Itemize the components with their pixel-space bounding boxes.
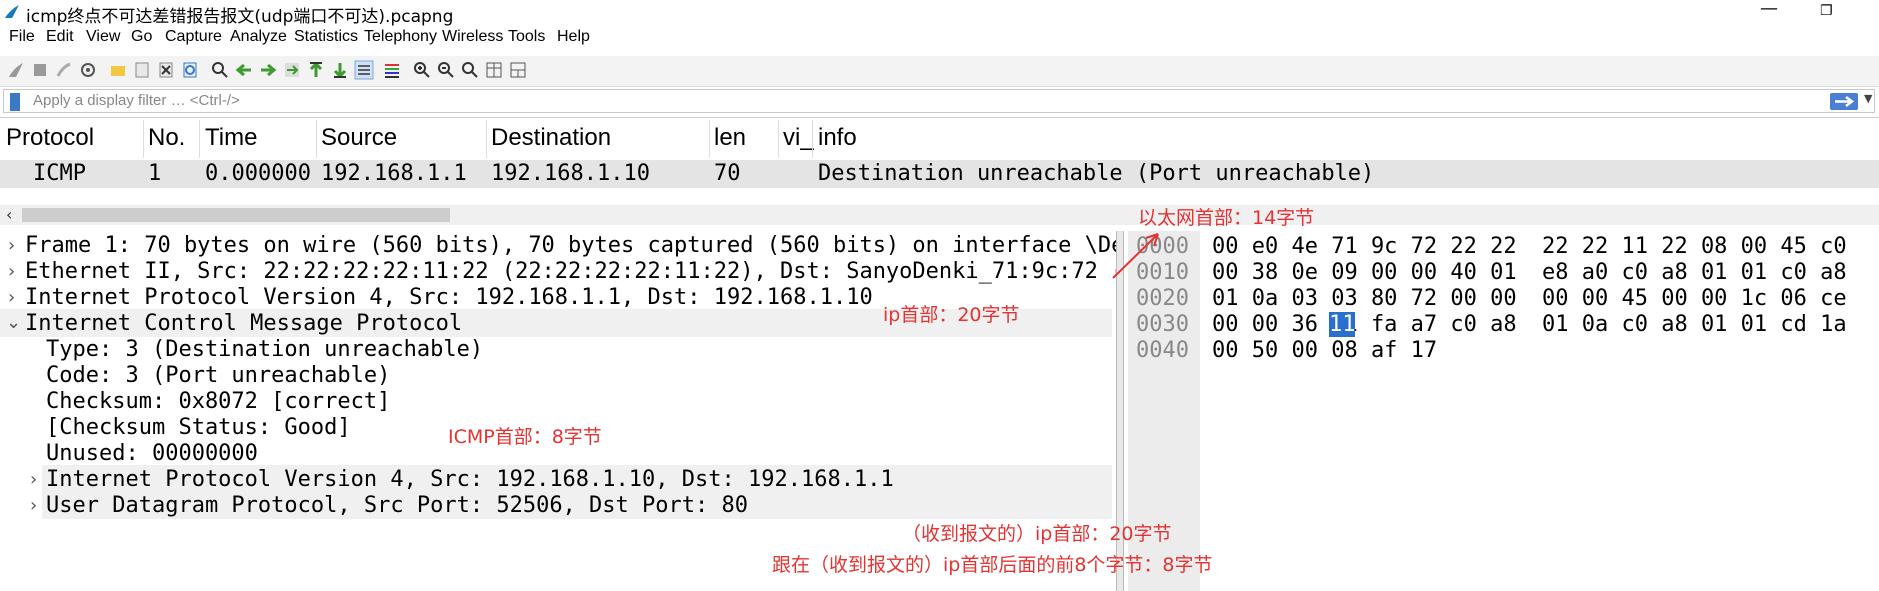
- zoom-in-icon[interactable]: [412, 60, 432, 80]
- hex-group[interactable]: 00 00 36 11 fa a7 c0 a8: [1212, 312, 1517, 337]
- main-toolbar: [0, 56, 1879, 87]
- zoom-reset-icon[interactable]: [460, 60, 480, 80]
- zoom-out-icon[interactable]: [436, 60, 456, 80]
- column-header-destination[interactable]: Destination: [491, 124, 611, 152]
- menu-view[interactable]: View: [86, 28, 120, 46]
- menu-capture[interactable]: Capture: [165, 28, 222, 46]
- column-header-source[interactable]: Source: [321, 124, 397, 152]
- filter-dropdown-icon[interactable]: ▼: [1864, 92, 1872, 105]
- close-file-icon[interactable]: [156, 60, 176, 80]
- resize-columns-icon[interactable]: [484, 60, 504, 80]
- offset-label: 0030: [1136, 312, 1189, 337]
- selected-byte[interactable]: 11: [1329, 312, 1356, 337]
- hex-group[interactable]: e8 a0 c0 a8 01 01 c0 a8: [1542, 260, 1847, 285]
- column-header-vi[interactable]: vi_: [783, 124, 814, 152]
- stop-icon[interactable]: [30, 60, 50, 80]
- hex-group[interactable]: 00 38 0e 09 00 00 40 01: [1212, 260, 1517, 285]
- menu-statistics[interactable]: Statistics: [294, 28, 358, 46]
- menu-wireless[interactable]: Wireless: [442, 28, 503, 46]
- bookmark-icon[interactable]: [10, 93, 20, 111]
- cell-len: 70: [714, 161, 741, 186]
- menu-telephony[interactable]: Telephony: [364, 28, 437, 46]
- open-icon[interactable]: [108, 60, 128, 80]
- annotation-arrow: [1112, 233, 1159, 279]
- save-icon[interactable]: [132, 60, 152, 80]
- hex-group[interactable]: 00 e0 4e 71 9c 72 22 22: [1212, 234, 1517, 259]
- hex-group[interactable]: 01 0a 03 03 80 72 00 00: [1212, 286, 1517, 311]
- annotation-udp: 跟在（收到报文的）ip首部后面的前8个字节：8字节: [772, 554, 1213, 576]
- expand-chevron-icon[interactable]: ›: [8, 235, 15, 256]
- hex-group[interactable]: 00 50 00 08 af 17: [1212, 338, 1437, 363]
- cell-info: Destination unreachable (Port unreachabl…: [818, 161, 1375, 186]
- colorize-icon[interactable]: [382, 60, 402, 80]
- shark-start-icon[interactable]: [6, 60, 26, 80]
- annotation-ethernet: 以太网首部：14字节: [1138, 207, 1315, 229]
- expand-chevron-icon[interactable]: ›: [8, 261, 15, 282]
- apply-filter-arrow-icon[interactable]: [1830, 93, 1858, 110]
- forward-icon[interactable]: [258, 60, 278, 80]
- cell-time: 0.000000: [205, 161, 311, 186]
- hex-group[interactable]: 22 22 11 22 08 00 45 c0: [1542, 234, 1847, 259]
- annotation-ip: ip首部：20字节: [883, 304, 1020, 326]
- menu-bar: File Edit View Go Capture Analyze Statis…: [0, 28, 1879, 52]
- find-icon[interactable]: [210, 60, 230, 80]
- expand-chevron-icon[interactable]: ›: [30, 469, 37, 490]
- hex-group[interactable]: 00 00 45 00 00 1c 06 ce: [1542, 286, 1847, 311]
- menu-edit[interactable]: Edit: [46, 28, 74, 46]
- menu-help[interactable]: Help: [557, 28, 590, 46]
- annotation-icmp: ICMP首部：8字节: [448, 426, 602, 448]
- restart-icon[interactable]: [54, 60, 74, 80]
- cell-no: 1: [148, 161, 162, 186]
- title-bar: icmp终点不可达差错报告报文(udp端口不可达).pcapng — ❐: [0, 0, 1879, 27]
- layout-icon[interactable]: [508, 60, 528, 80]
- annotation-inner-ip: （收到报文的）ip首部：20字节: [902, 523, 1172, 545]
- menu-go[interactable]: Go: [131, 28, 152, 46]
- offset-label: 0020: [1136, 286, 1189, 311]
- column-header-len[interactable]: len: [714, 124, 746, 152]
- display-filter-input[interactable]: Apply a display filter … <Ctrl-/> ▼: [3, 89, 1875, 113]
- column-header-protocol[interactable]: Protocol: [6, 124, 94, 152]
- expand-chevron-icon[interactable]: ›: [30, 495, 37, 516]
- column-header-time[interactable]: Time: [205, 124, 257, 152]
- back-icon[interactable]: [234, 60, 254, 80]
- menu-file[interactable]: File: [9, 28, 35, 46]
- packet-bytes-pane: 0000 0010 0020 0030 0040 00 e0 4e 71 9c …: [1128, 231, 1879, 591]
- menu-tools[interactable]: Tools: [508, 28, 545, 46]
- column-header-info[interactable]: info: [818, 124, 857, 152]
- collapse-chevron-icon[interactable]: ⌄: [6, 312, 21, 333]
- packet-list: Protocol No. Time Source Destination len…: [0, 117, 1879, 188]
- expand-chevron-icon[interactable]: ›: [8, 287, 15, 308]
- scrollbar-thumb[interactable]: [22, 208, 450, 222]
- offset-label: 0040: [1136, 338, 1189, 363]
- column-header-no[interactable]: No.: [148, 124, 185, 152]
- cell-protocol: ICMP: [33, 161, 86, 186]
- scroll-left-icon[interactable]: ‹: [6, 205, 12, 224]
- packet-list-hscrollbar[interactable]: ‹: [0, 205, 1879, 225]
- reload-icon[interactable]: [180, 60, 200, 80]
- wireshark-logo-icon: [5, 5, 19, 18]
- restore-icon[interactable]: ❐: [1820, 3, 1833, 19]
- cell-source: 192.168.1.1: [321, 161, 467, 186]
- goto-icon[interactable]: [282, 60, 302, 80]
- menu-analyze[interactable]: Analyze: [230, 28, 287, 46]
- first-icon[interactable]: [306, 60, 326, 80]
- window-title: icmp终点不可达差错报告报文(udp端口不可达).pcapng: [26, 7, 454, 27]
- filter-placeholder: Apply a display filter … <Ctrl-/>: [33, 92, 240, 109]
- options-icon[interactable]: [78, 60, 98, 80]
- last-icon[interactable]: [330, 60, 350, 80]
- packet-row[interactable]: ICMP 1 0.000000 192.168.1.1 192.168.1.10…: [0, 160, 1879, 188]
- display-filter-bar: Apply a display filter … <Ctrl-/> ▼: [0, 89, 1879, 115]
- hex-group[interactable]: 01 0a c0 a8 01 01 cd 1a: [1542, 312, 1847, 337]
- autoscroll-icon[interactable]: [354, 60, 374, 80]
- detail-udp[interactable]: User Datagram Protocol, Src Port: 52506,…: [46, 491, 748, 521]
- cell-destination: 192.168.1.10: [491, 161, 650, 186]
- minimize-icon[interactable]: —: [1760, 0, 1778, 19]
